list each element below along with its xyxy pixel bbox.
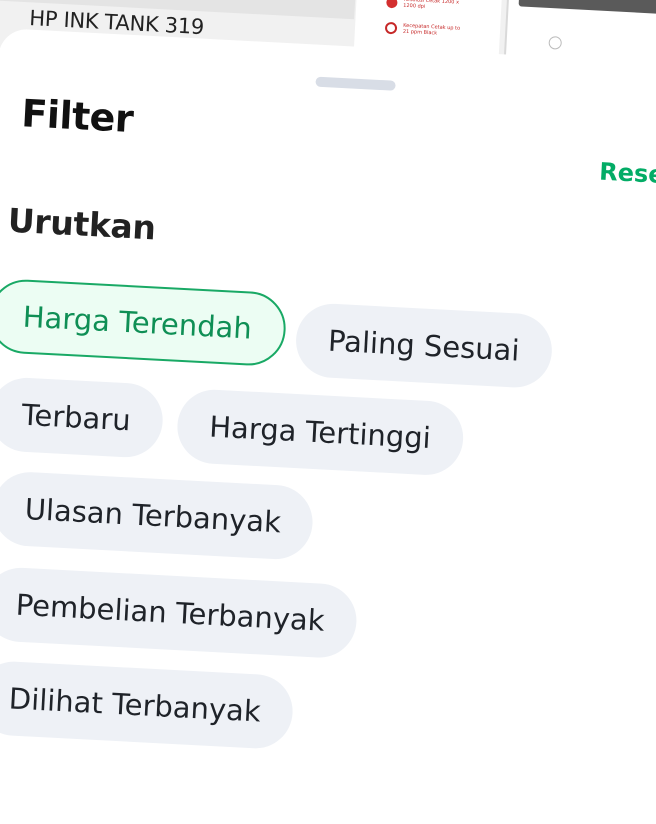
spec-text: Kecepatan Cetak up to 21 ppm Black (402, 22, 461, 37)
drag-handle[interactable] (315, 76, 396, 91)
spec-row: Kecepatan Cetak up to 21 ppm Black (384, 21, 464, 38)
sort-option-ulasan-terbanyak[interactable]: Ulasan Terbanyak (0, 470, 315, 562)
sort-section-label: Urutkan (6, 200, 157, 248)
printer-top (518, 0, 656, 15)
reset-button[interactable]: Reset (599, 158, 656, 190)
filter-bottom-sheet: Filter Reset Urutkan Harga Terendah Pali… (0, 28, 656, 824)
sort-option-pembelian-terbanyak[interactable]: Pembelian Terbanyak (0, 565, 359, 660)
spec-row: Resolusi Cetak 1200 x 1200 dpi (386, 0, 464, 12)
sort-option-dilihat-terbanyak[interactable]: Dilihat Terbanyak (0, 659, 295, 751)
spec-text: Resolusi Cetak 1200 x 1200 dpi (403, 0, 460, 10)
sort-option-harga-terendah[interactable]: Harga Terendah (0, 277, 288, 368)
speed-icon (384, 21, 398, 35)
sort-option-terbaru[interactable]: Terbaru (0, 376, 165, 460)
sheet-title: Filter (20, 91, 135, 142)
resolution-icon (386, 0, 398, 8)
sort-option-harga-tertinggi[interactable]: Harga Tertinggi (175, 387, 465, 477)
hp-logo-icon (548, 36, 563, 50)
sort-option-paling-sesuai[interactable]: Paling Sesuai (294, 301, 554, 390)
